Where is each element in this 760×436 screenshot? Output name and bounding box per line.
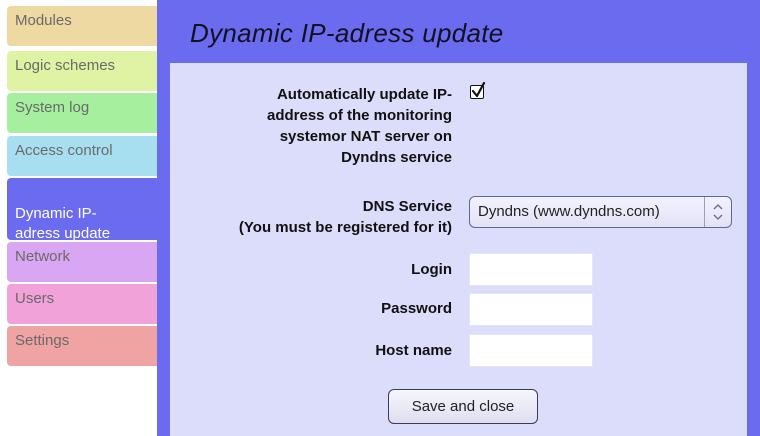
main-panel: Dynamic IP-adress update Automatically u…: [157, 0, 760, 436]
sidebar-item-dynamic-ip[interactable]: Dynamic IP- adress update: [7, 178, 157, 242]
sidebar-item-label: Users: [15, 290, 55, 307]
login-label: Login: [411, 261, 452, 278]
sidebar-item-system-log[interactable]: System log: [7, 93, 157, 133]
host-name-field[interactable]: [469, 334, 593, 367]
sidebar-item-settings[interactable]: Settings: [7, 326, 157, 366]
dns-service-value: Dyndns (www.dyndns.com): [478, 203, 660, 220]
sidebar: Modules Logic schemes System log Access …: [0, 0, 157, 436]
sidebar-item-label: Network: [15, 248, 71, 265]
password-field[interactable]: [469, 293, 593, 326]
sidebar-item-label: Modules: [15, 12, 72, 29]
dns-service-select[interactable]: Dyndns (www.dyndns.com): [469, 196, 732, 228]
dns-service-label: DNS Service (You must be registered for …: [238, 198, 452, 236]
auto-update-label: Automatically update IP- address of the …: [266, 86, 452, 166]
sidebar-item-label: Settings: [15, 332, 70, 349]
sidebar-item-label: Access control: [15, 142, 113, 159]
password-label: Password: [381, 300, 452, 317]
save-and-close-button[interactable]: Save and close: [388, 389, 538, 424]
host-name-label: Host name: [375, 342, 452, 359]
login-field[interactable]: [469, 253, 593, 286]
auto-update-checkbox[interactable]: [470, 82, 486, 99]
sidebar-item-modules[interactable]: Modules: [7, 6, 157, 46]
sidebar-item-label: Logic schemes: [15, 57, 116, 74]
sidebar-item-logic-schemes[interactable]: Logic schemes: [7, 51, 157, 91]
updown-arrows-icon: [704, 197, 731, 227]
sidebar-item-users[interactable]: Users: [7, 284, 157, 324]
sidebar-item-label: System log: [15, 99, 90, 116]
checkmark-icon: [471, 82, 486, 98]
sidebar-item-network[interactable]: Network: [7, 242, 157, 282]
sidebar-item-access-control[interactable]: Access control: [7, 136, 157, 176]
sidebar-item-label: Dynamic IP- adress update: [15, 205, 111, 242]
settings-form: Automatically update IP- address of the …: [170, 63, 747, 436]
page-title: Dynamic IP-adress update: [190, 18, 504, 48]
